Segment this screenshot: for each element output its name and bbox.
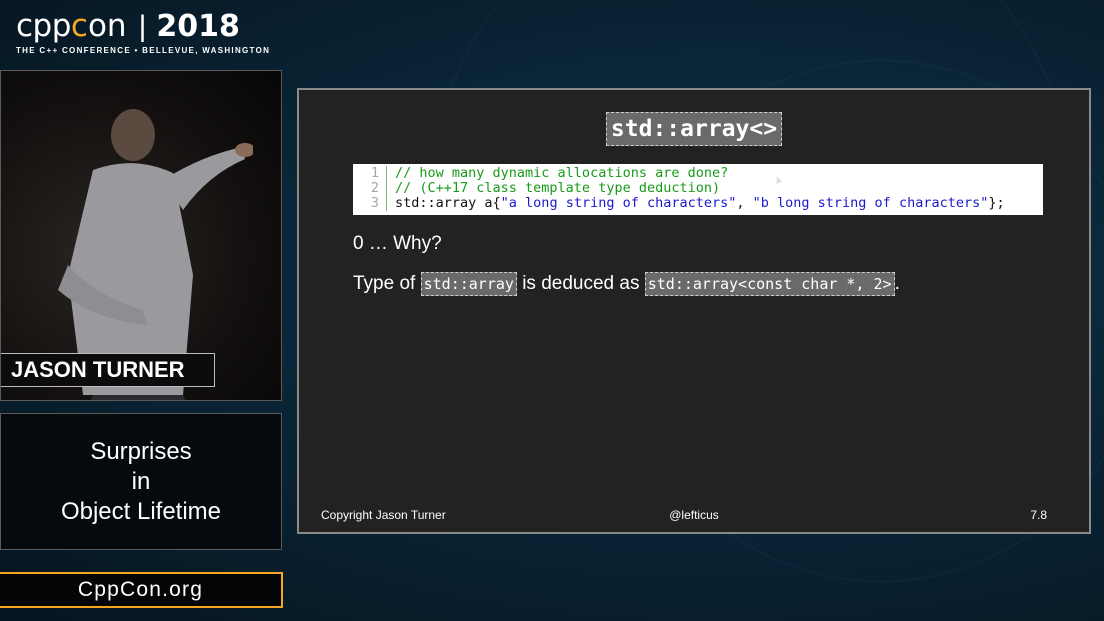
logo-tagline: THE C++ CONFERENCE • BELLEVUE, WASHINGTO… — [16, 46, 271, 55]
code-line: 2 // (C++17 class template type deductio… — [353, 181, 1043, 196]
talk-title-line: in — [131, 467, 151, 495]
explanation-text: Type of std::array is deduced as std::ar… — [353, 272, 900, 296]
inline-code: std::array<const char *, 2> — [644, 272, 895, 296]
site-url: CppCon.org — [77, 578, 204, 601]
code-line: 1 // how many dynamic allocations are do… — [353, 166, 1043, 181]
site-url-box: CppCon.org — [0, 572, 283, 608]
logo-year: 2018 — [156, 9, 240, 44]
code-text: , — [736, 195, 753, 211]
code-block: 1 // how many dynamic allocations are do… — [353, 164, 1043, 215]
explanation-part: Type of — [353, 273, 421, 294]
answer-text: 0 … Why? — [353, 233, 442, 254]
slide-title: std::array<> — [605, 112, 783, 146]
speaker-video: JASON TURNER — [0, 70, 282, 401]
code-text: std::array a{ — [395, 195, 501, 211]
talk-title-line: Surprises — [90, 437, 192, 465]
presentation-slide: std::array<> 1 // how many dynamic alloc… — [297, 88, 1091, 534]
code-comment: // how many dynamic allocations are done… — [395, 165, 729, 181]
line-number: 2 — [353, 181, 387, 196]
slide-page-number: 7.8 — [1030, 508, 1047, 522]
logo-cpp: cpp — [16, 8, 71, 44]
code-line: 3 std::array a{"a long string of charact… — [353, 196, 1043, 211]
inline-code: std::array — [420, 272, 517, 296]
line-number: 3 — [353, 196, 387, 211]
talk-title: Surprises in Object Lifetime — [1, 437, 281, 527]
speaker-name-plate: JASON TURNER — [1, 353, 215, 387]
talk-title-box: Surprises in Object Lifetime — [0, 413, 282, 550]
code-comment: // (C++17 class template type deduction) — [395, 180, 721, 196]
logo-separator: | — [138, 10, 147, 43]
logo-on: on — [87, 8, 127, 44]
code-string: "b long string of characters" — [752, 195, 989, 211]
code-text: }; — [988, 195, 1005, 211]
explanation-part: . — [894, 273, 900, 294]
logo-c-accent: c — [70, 8, 88, 44]
explanation-part: is deduced as — [516, 273, 645, 294]
line-number: 1 — [353, 166, 387, 181]
slide-handle: @lefticus — [669, 508, 719, 522]
talk-title-line: Object Lifetime — [60, 497, 222, 525]
code-string: "a long string of characters" — [500, 195, 737, 211]
cppcon-logo: cpp c on | 2018 THE C++ CONFERENCE • BELLE… — [16, 8, 270, 55]
